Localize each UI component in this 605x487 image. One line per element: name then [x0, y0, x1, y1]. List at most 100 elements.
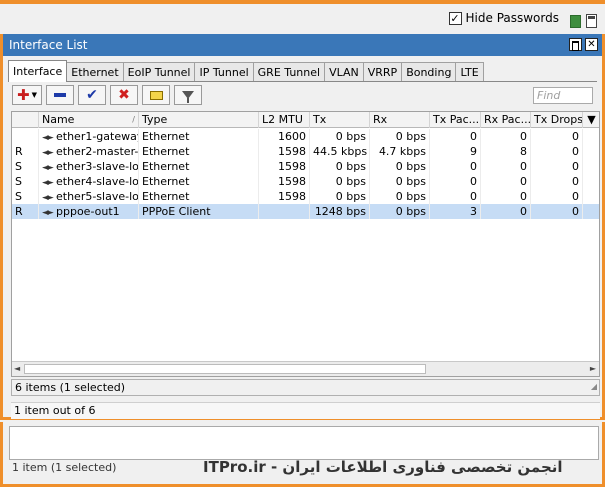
row-name-text: ether1-gateway [56, 130, 139, 143]
tab-ip-tunnel[interactable]: IP Tunnel [194, 62, 254, 82]
table-row[interactable]: S ◄►ether4-slave-lo... Ethernet 1598 0 b… [12, 174, 599, 189]
minus-icon [54, 93, 66, 97]
col-rx-packets[interactable]: Rx Pac... [481, 112, 531, 128]
horizontal-scrollbar[interactable]: ◄ ► [12, 361, 599, 376]
comment-button[interactable] [142, 85, 170, 105]
row-tx-drops: 0 [531, 204, 583, 219]
row-l2mtu: 1598 [259, 159, 310, 174]
row-tx-drops: 0 [531, 189, 583, 204]
table-row-selected[interactable]: R ◄► pppoe-out1 PPPoE Client 1248 bps 0 b… [12, 204, 599, 219]
row-rx: 0 bps [370, 129, 430, 144]
tab-lte[interactable]: LTE [455, 62, 484, 82]
col-tx-packets[interactable]: Tx Pac... [430, 112, 481, 128]
note-icon [149, 90, 163, 100]
table-row[interactable]: S ◄►ether3-slave-lo... Ethernet 1598 0 b… [12, 159, 599, 174]
table-header: Name / Type L2 MTU Tx Rx Tx Pac... Rx Pac… [12, 112, 599, 128]
sort-indicator-icon: / [132, 115, 135, 124]
tab-eoip-tunnel[interactable]: EoIP Tunnel [122, 62, 196, 82]
find-input[interactable]: Find [533, 87, 593, 104]
row-tx: 0 bps [310, 129, 370, 144]
row-l2mtu: 1600 [259, 129, 310, 144]
row-rx: 0 bps [370, 174, 430, 189]
row-type: Ethernet [139, 159, 259, 174]
hide-passwords-label: Hide Passwords [465, 11, 559, 25]
row-type: Ethernet [139, 174, 259, 189]
disable-button[interactable]: ✖ [110, 85, 138, 105]
tab-gre-tunnel[interactable]: GRE Tunnel [252, 62, 326, 82]
row-flag: S [12, 189, 39, 204]
row-rx-packets: 0 [481, 129, 531, 144]
col-tx[interactable]: Tx [310, 112, 370, 128]
tab-interface[interactable]: Interface [8, 60, 68, 82]
close-button[interactable]: ✕ [585, 38, 598, 51]
column-menu-icon[interactable]: ▼ [583, 112, 599, 128]
tab-vlan[interactable]: VLAN [324, 62, 364, 82]
add-button[interactable]: ✚ ▼ [12, 85, 42, 105]
check-icon: ✔ [86, 87, 98, 103]
row-rx-packets: 0 [481, 189, 531, 204]
col-type[interactable]: Type [139, 112, 259, 128]
row-tx: 0 bps [310, 174, 370, 189]
col-l2mtu[interactable]: L2 MTU [259, 112, 310, 128]
window-titlebar[interactable]: Interface List ✕ [3, 34, 602, 56]
resize-grip-icon[interactable]: ◢ [591, 379, 597, 394]
tab-bar: Interface Ethernet EoIP Tunnel IP Tunnel… [8, 60, 484, 82]
row-flag: R [12, 204, 39, 219]
tab-ethernet[interactable]: Ethernet [66, 62, 124, 82]
row-name: ◄► ether1-gateway [39, 129, 139, 144]
plus-icon: ✚ [17, 86, 30, 104]
x-icon: ✖ [118, 87, 130, 103]
row-rx-packets: 0 [481, 159, 531, 174]
row-name: ◄►ether5-slave-lo... [39, 189, 139, 204]
col-flag[interactable] [12, 112, 39, 128]
row-name: ◄►ether3-slave-lo... [39, 159, 139, 174]
table-row[interactable]: R ◄►ether2-master-l... Ethernet 1598 44.… [12, 144, 599, 159]
row-tx-drops: 0 [531, 159, 583, 174]
items-count-text: 6 items (1 selected) [15, 381, 126, 394]
row-tx-packets: 0 [430, 174, 481, 189]
ethernet-interface-icon: ◄► [42, 133, 54, 143]
row-tx-packets: 3 [430, 204, 481, 219]
window-title: Interface List [9, 38, 88, 52]
watermark: ITPro.ir - انجمن تخصصی فناوری اطلاعات ای… [203, 458, 563, 476]
col-tx-drops[interactable]: Tx Drops [531, 112, 583, 128]
lock-icon [570, 15, 581, 28]
funnel-icon [182, 91, 194, 103]
table-row[interactable]: ◄► ether1-gateway Ethernet 1600 0 bps 0 b… [12, 129, 599, 144]
row-tx: 1248 bps [310, 204, 370, 219]
maximize-button[interactable] [569, 38, 582, 51]
row-name-text: ether4-slave-lo... [56, 175, 139, 188]
ethernet-interface-icon: ◄► [42, 178, 54, 188]
col-name[interactable]: Name / [39, 112, 139, 128]
filter-button[interactable] [174, 85, 202, 105]
enable-button[interactable]: ✔ [78, 85, 106, 105]
scrollbar-thumb[interactable] [24, 364, 426, 374]
row-flag: S [12, 174, 39, 189]
row-name-text: pppoe-out1 [56, 205, 120, 218]
remove-button[interactable] [46, 85, 74, 105]
row-rx: 0 bps [370, 189, 430, 204]
items-status: 6 items (1 selected) ◢ [11, 379, 600, 396]
row-tx: 0 bps [310, 189, 370, 204]
row-tx: 44.5 kbps [310, 144, 370, 159]
scroll-left-icon[interactable]: ◄ [14, 364, 20, 373]
row-l2mtu: 1598 [259, 174, 310, 189]
hide-passwords-checkbox[interactable]: ✓ [448, 11, 462, 25]
row-tx-packets: 0 [430, 189, 481, 204]
row-type: Ethernet [139, 189, 259, 204]
pppoe-interface-icon: ◄► [42, 208, 54, 218]
window-icon[interactable] [586, 14, 597, 28]
tab-bonding[interactable]: Bonding [401, 62, 457, 82]
row-l2mtu: 1598 [259, 189, 310, 204]
row-tx: 0 bps [310, 159, 370, 174]
dropdown-arrow-icon: ▼ [31, 91, 37, 99]
tab-divider [8, 81, 597, 82]
hide-passwords-toggle[interactable]: ✓ Hide Passwords [448, 11, 559, 25]
row-tx-drops: 0 [531, 174, 583, 189]
table-row[interactable]: S ◄►ether5-slave-lo... Ethernet 1598 0 b… [12, 189, 599, 204]
col-rx[interactable]: Rx [370, 112, 430, 128]
scroll-right-icon[interactable]: ► [590, 364, 596, 373]
row-rx-packets: 8 [481, 144, 531, 159]
col-name-label: Name [42, 113, 75, 126]
tab-vrrp[interactable]: VRRP [362, 62, 403, 82]
